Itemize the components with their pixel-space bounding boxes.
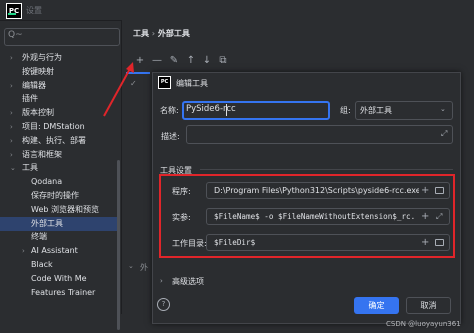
- breadcrumb-current: 外部工具: [157, 29, 190, 38]
- watermark: CSDN @luoyayun361: [386, 320, 461, 328]
- sidebar-item[interactable]: › 构建、执行、部署: [0, 134, 120, 148]
- insert-macro-icon[interactable]: +: [421, 212, 429, 222]
- arguments-field-value: $FileName$ -o $FileNameWithoutExtension$…: [214, 212, 415, 221]
- breadcrumb-separator-icon: ›: [151, 29, 156, 38]
- sidebar-item-label: Features Trainer: [31, 287, 96, 297]
- sidebar-item-label: Web 浏览器和预览: [31, 204, 99, 214]
- sidebar-item-label: 保存时的操作: [31, 191, 79, 200]
- sidebar-item[interactable]: Code With Me: [0, 272, 120, 286]
- bottom-bar: [121, 314, 152, 333]
- search-icon: Q~: [8, 30, 23, 40]
- tree-scrollbar[interactable]: [117, 160, 120, 330]
- description-label: 描述:: [161, 132, 180, 141]
- sidebar-item[interactable]: › 项目: DMStation: [0, 120, 120, 134]
- chevron-right-icon[interactable]: ›: [160, 277, 163, 285]
- sidebar-item[interactable]: Qodana: [0, 175, 120, 189]
- folder-icon[interactable]: [435, 187, 444, 194]
- chevron-right-icon[interactable]: ›: [10, 79, 13, 93]
- group-select-value: 外部工具: [360, 106, 392, 115]
- chevron-right-icon[interactable]: ›: [10, 120, 13, 134]
- sidebar-item[interactable]: Black: [0, 258, 120, 272]
- chevron-right-icon[interactable]: ›: [10, 51, 13, 65]
- working-directory-field-value: $FileDir$: [214, 238, 256, 247]
- working-directory-label: 工作目录:: [172, 239, 207, 248]
- ok-button[interactable]: 确定: [354, 297, 399, 314]
- window-title: 设置: [26, 6, 42, 15]
- sidebar-item-label: AI Assistant: [31, 246, 78, 256]
- sidebar-item-label: Code With Me: [31, 273, 87, 283]
- name-field-value: PySide6-rcc: [186, 104, 236, 114]
- insert-macro-icon[interactable]: +: [421, 186, 429, 196]
- chevron-right-icon[interactable]: ›: [10, 134, 13, 148]
- dialog-title: 编辑工具: [176, 79, 208, 88]
- sidebar-item-label: 插件: [22, 94, 38, 104]
- annotation-arrow-icon: [103, 62, 134, 117]
- background-tool-row[interactable]: 外: [140, 262, 148, 273]
- program-field-value: D:\Program Files\Python312\Scripts\pysid…: [214, 186, 419, 195]
- sidebar-item-label: Qodana: [31, 177, 63, 187]
- sidebar-item-label: 语言和框架: [22, 149, 62, 159]
- app-logo-accent: [8, 13, 16, 15]
- sidebar-item-label: 按键映射: [22, 66, 54, 76]
- sidebar-item[interactable]: 终端: [0, 230, 120, 244]
- help-icon[interactable]: ?: [157, 298, 170, 311]
- name-label: 名称:: [160, 106, 179, 115]
- dialog-app-logo: PC: [158, 76, 171, 89]
- chevron-right-icon[interactable]: ›: [10, 148, 13, 162]
- sidebar-item-label: Black: [31, 260, 53, 269]
- move-up-icon[interactable]: ↑: [185, 55, 197, 66]
- insert-macro-icon[interactable]: +: [421, 238, 429, 248]
- sidebar-item-label: 构建、执行、部署: [22, 135, 86, 145]
- breadcrumb-parent[interactable]: 工具: [133, 29, 149, 38]
- folder-icon[interactable]: [435, 239, 444, 246]
- sidebar-item[interactable]: Features Trainer: [0, 286, 120, 300]
- expand-icon[interactable]: ⤢: [441, 129, 447, 139]
- sidebar-item-label: 编辑器: [22, 80, 46, 90]
- sidebar-item[interactable]: › AI Assistant: [0, 244, 120, 258]
- group-label: 组:: [340, 106, 351, 115]
- sidebar-item-label: 项目: DMStation: [22, 122, 85, 131]
- sidebar-item-label: 工具: [22, 163, 38, 173]
- chevron-down-icon[interactable]: ⌄: [10, 161, 16, 175]
- sidebar-item[interactable]: 保存时的操作: [0, 189, 120, 203]
- sidebar-item[interactable]: Web 浏览器和预览: [0, 203, 120, 217]
- sidebar-item-label: 外部工具: [31, 218, 63, 228]
- sidebar-item-label: 版本控制: [22, 108, 54, 118]
- breadcrumb: 工具 › 外部工具: [133, 28, 190, 39]
- program-label: 程序:: [172, 187, 191, 196]
- advanced-options-toggle[interactable]: 高级选项: [172, 276, 204, 287]
- section-divider: [200, 169, 453, 170]
- edit-tool-icon[interactable]: ✎: [168, 55, 180, 66]
- text-caret: [226, 104, 227, 116]
- expand-icon[interactable]: ⤢: [436, 212, 442, 222]
- sidebar-item[interactable]: › 语言和框架: [0, 148, 120, 162]
- chevron-down-icon: ⌄: [128, 262, 134, 270]
- description-field[interactable]: [186, 125, 453, 144]
- chevron-right-icon[interactable]: ›: [22, 244, 25, 258]
- title-bar: [0, 0, 474, 21]
- copy-tool-icon[interactable]: ⧉: [217, 55, 229, 66]
- sidebar-item-label: 终端: [31, 232, 47, 242]
- move-down-icon[interactable]: ↓: [201, 55, 213, 66]
- cancel-button[interactable]: 取消: [406, 297, 451, 314]
- sidebar-item[interactable]: 外部工具: [0, 216, 120, 231]
- app-logo: PC: [6, 3, 22, 19]
- arguments-label: 实参:: [172, 213, 191, 222]
- chevron-down-icon: ⌄: [440, 105, 446, 113]
- sidebar-item-label: 外观与行为: [22, 53, 62, 62]
- chevron-right-icon[interactable]: ›: [10, 106, 13, 120]
- sidebar-item[interactable]: ⌄ 工具: [0, 161, 120, 175]
